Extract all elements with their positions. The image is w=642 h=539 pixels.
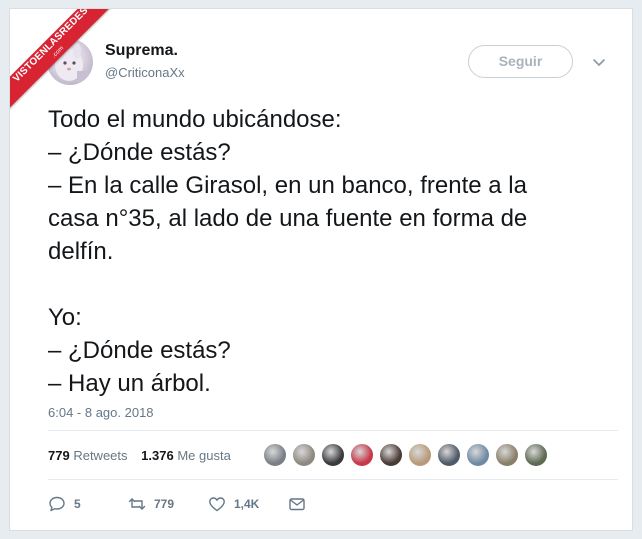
liker-avatar[interactable] [379,443,403,467]
tweet-line: delfín. [48,238,114,265]
tweet-line: – Hay un árbol. [48,370,211,397]
liker-avatar[interactable] [263,443,287,467]
retweets-label: Retweets [73,448,128,463]
likes-stat[interactable]: 1.376 Me gusta [141,448,231,463]
retweets-count: 779 [48,448,70,463]
watermark-text: VISTOENLASREDES [11,9,91,85]
liker-avatar[interactable] [292,443,316,467]
liker-avatar[interactable] [321,443,345,467]
reply-count: 5 [74,497,81,511]
tweet-line: casa n°35, al lado de una fuente en form… [48,205,528,232]
tweet-line: – ¿Dónde estás? [48,337,231,364]
chevron-down-icon[interactable] [590,53,608,71]
divider [48,430,618,431]
tweet-line [48,268,618,301]
tweet-line: – En la calle Girasol, en un banco, fren… [48,172,527,199]
retweet-button[interactable]: 779 [128,494,174,514]
liker-avatar[interactable] [466,443,490,467]
tweet-line: Yo: [48,304,82,331]
reply-icon [49,496,65,512]
envelope-icon [289,498,305,511]
likes-count: 1.376 [141,448,174,463]
divider [48,479,618,480]
like-count: 1,4K [234,497,260,511]
liker-avatar[interactable] [524,443,548,467]
heart-icon [209,497,225,512]
follow-button[interactable]: Seguir [468,45,573,78]
tweet-line: – ¿Dónde estás? [48,139,231,166]
tweet-text: Todo el mundo ubicándose: – ¿Dónde estás… [48,103,618,400]
like-button[interactable]: 1,4K [208,494,259,514]
retweets-stat[interactable]: 779 Retweets [48,448,128,463]
retweet-count: 779 [154,497,175,511]
tweet-stats: 779 Retweets 1.376 Me gusta [48,448,241,463]
direct-message-button[interactable] [288,494,306,514]
liker-avatar[interactable] [350,443,374,467]
tweet-line: Todo el mundo ubicándose: [48,106,342,133]
reply-button[interactable]: 5 [48,494,81,514]
watermark-ribbon: VISTOENLASREDES .com [10,9,120,119]
liker-avatar[interactable] [408,443,432,467]
likes-label: Me gusta [177,448,231,463]
liker-avatar[interactable] [437,443,461,467]
retweet-icon [128,498,146,510]
tweet-card: VISTOENLASREDES .com Suprema. @Criticona… [9,8,633,531]
liker-avatar[interactable] [495,443,519,467]
tweet-timestamp[interactable]: 6:04 - 8 ago. 2018 [48,405,154,420]
